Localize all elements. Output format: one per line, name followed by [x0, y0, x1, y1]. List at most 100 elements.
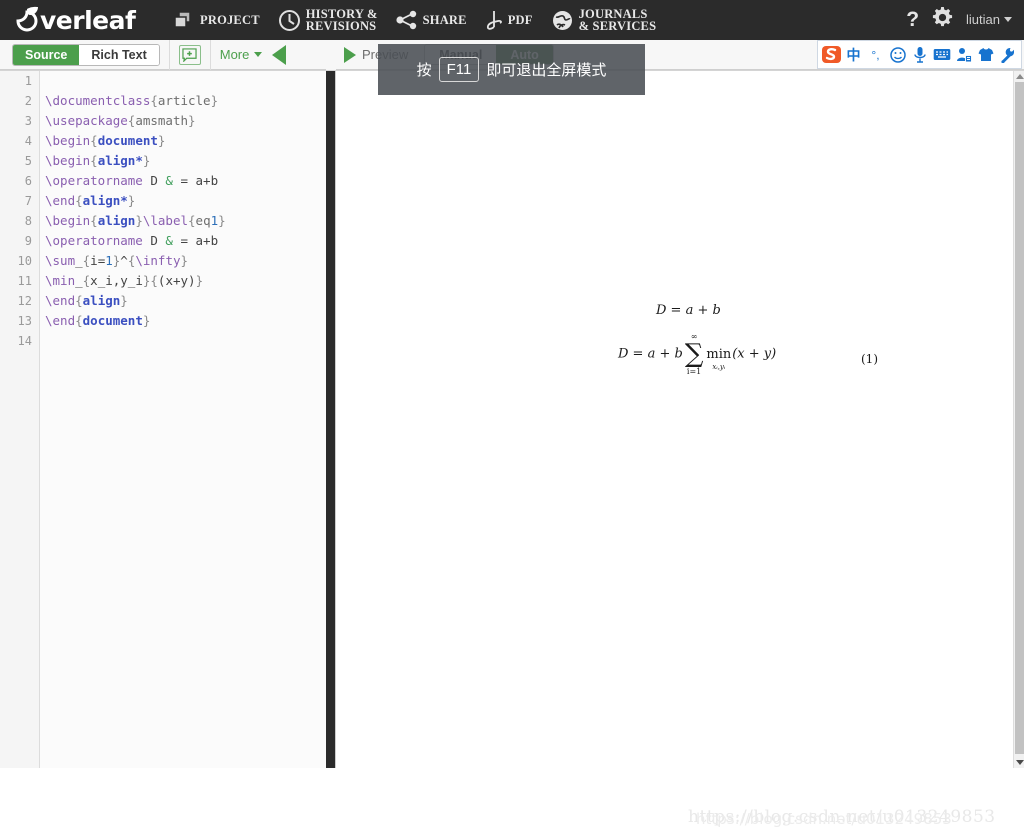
code-line: \min_{x_i,y_i}{(x+y)}: [45, 273, 204, 288]
line-number: 4: [24, 134, 32, 148]
sogou-logo-icon[interactable]: [821, 43, 842, 66]
globe-icon: [551, 9, 574, 32]
microphone-icon[interactable]: [909, 43, 930, 66]
min-label: min: [706, 346, 732, 362]
code-line: \operatorname D & = a+b: [45, 233, 219, 248]
code-line: \documentclass{article}: [45, 93, 219, 108]
code-line: \operatorname D & = a+b: [45, 173, 219, 188]
line-number: 9: [24, 234, 32, 248]
user-menu[interactable]: liutian: [966, 11, 1012, 29]
line-number-gutter: 1 2 3 4 5 6 7 8 9 10 11 12 13 14: [0, 71, 40, 768]
overleaf-leaf-icon: [16, 6, 38, 32]
punctuation-icon[interactable]: °,: [865, 43, 886, 66]
skin-shirt-icon[interactable]: [975, 43, 996, 66]
nav-journals-label: JOURNALS & SERVICES: [578, 7, 657, 33]
line-number: 6: [24, 174, 32, 188]
nav-share-label: SHARE: [422, 13, 467, 27]
code-line: \end{align}: [45, 293, 128, 308]
overleaf-logo[interactable]: verleaf: [0, 0, 150, 40]
chevron-down-icon: [254, 52, 263, 57]
code-text-area[interactable]: \documentclass{article} \usepackage{amsm…: [40, 71, 326, 768]
sum-lower-limit: i=1: [686, 367, 702, 376]
line-number: 3: [24, 114, 32, 128]
line-number: 13: [17, 314, 32, 328]
equation-2-rhs: (x + y): [732, 346, 777, 362]
scroll-down-arrow-icon[interactable]: [1016, 760, 1024, 765]
line-number: 12: [17, 294, 32, 308]
comment-plus-icon[interactable]: [178, 44, 201, 65]
overleaf-wordmark: verleaf: [40, 5, 136, 35]
windows-stack-icon: [173, 10, 195, 30]
code-line: \begin{align*}: [45, 153, 151, 168]
nav-history-revisions[interactable]: HISTORY & REVISIONS: [269, 0, 387, 40]
user-name-label: liutian: [966, 12, 1000, 27]
help-icon[interactable]: ?: [906, 8, 919, 32]
sigma-icon: ∑: [684, 339, 704, 369]
tooltip-key-f11: F11: [438, 57, 480, 82]
scroll-up-arrow-icon[interactable]: [1016, 74, 1024, 79]
equation-2: D = a + b ∞ ∑ i=1 min xᵢ,yᵢ (x + y): [618, 332, 777, 376]
play-triangle-icon[interactable]: [344, 46, 356, 63]
share-nodes-icon: [396, 10, 418, 30]
equation-1-text: D = a + b: [656, 303, 721, 318]
pdf-icon: [485, 9, 503, 31]
clock-icon: [278, 9, 301, 32]
chinese-mode-icon[interactable]: 中: [843, 43, 864, 66]
code-line: \end{document}: [45, 313, 151, 328]
chevron-down-icon: [1004, 17, 1012, 23]
toolbar-divider-1: [168, 39, 170, 70]
source-button[interactable]: Source: [13, 44, 80, 65]
nav-right-group: ? liutian: [906, 6, 1024, 34]
nav-share[interactable]: SHARE: [387, 0, 476, 40]
line-number: 5: [24, 154, 32, 168]
user-card-icon[interactable]: [953, 43, 974, 66]
wrench-icon[interactable]: [997, 43, 1018, 66]
pdf-preview-pane[interactable]: D = a + b D = a + b ∞ ∑ i=1 min xᵢ,yᵢ (x + y) …: [335, 71, 1024, 828]
tooltip-prefix: 按: [416, 61, 432, 79]
toolbar-divider-2: [209, 39, 211, 70]
pdf-scrollbar[interactable]: [1013, 71, 1024, 768]
nav-history-label: HISTORY & REVISIONS: [305, 7, 378, 33]
keyboard-icon[interactable]: [931, 43, 952, 66]
gear-icon[interactable]: [931, 6, 954, 34]
source-richtext-toggle: Source Rich Text: [12, 43, 160, 66]
pdf-scrollbar-thumb[interactable]: [1015, 82, 1024, 754]
rich-text-button[interactable]: Rich Text: [79, 44, 159, 65]
code-line: \begin{align}\label{eq1}: [45, 213, 226, 228]
line-number: 7: [24, 194, 32, 208]
line-number: 11: [17, 274, 32, 288]
code-line: \usepackage{amsmath}: [45, 113, 196, 128]
csdn-watermark-overlay: https://blog.csdn.net/u013249853: [696, 810, 952, 828]
equation-1: D = a + b: [656, 303, 721, 318]
more-menu-button[interactable]: More: [220, 47, 263, 62]
line-number: 2: [24, 94, 32, 108]
equation-2-lhs: D = a + b: [618, 346, 683, 362]
equation-number: (1): [861, 352, 878, 366]
pane-splitter[interactable]: [326, 71, 335, 768]
nav-pdf[interactable]: PDF: [476, 0, 542, 40]
sum-upper-limit: ∞: [690, 332, 698, 341]
tooltip-suffix: 即可退出全屏模式: [486, 61, 607, 79]
top-navigation-bar: verleaf PROJECT HISTORY & REVISIONS SHAR…: [0, 0, 1024, 40]
line-number: 10: [17, 254, 32, 268]
line-number: 8: [24, 214, 32, 228]
line-number: 1: [24, 74, 32, 88]
nav-items: PROJECT HISTORY & REVISIONS SHARE PDF JO…: [164, 0, 665, 40]
nav-journals-services[interactable]: JOURNALS & SERVICES: [542, 0, 666, 40]
code-line: \end{align*}: [45, 193, 136, 208]
line-number: 14: [17, 334, 32, 348]
fullscreen-exit-tooltip: 按 F11 即可退出全屏模式: [378, 44, 645, 95]
emoji-icon[interactable]: [887, 43, 908, 66]
pdf-page: D = a + b D = a + b ∞ ∑ i=1 min xᵢ,yᵢ (x + y) …: [336, 71, 1014, 828]
editor-toolbar: Source Rich Text More: [0, 39, 326, 70]
code-line: \sum_{i=1}^{\infty}: [45, 253, 189, 268]
min-subscript: xᵢ,yᵢ: [712, 362, 726, 371]
summation-operator: ∞ ∑ i=1: [684, 332, 704, 376]
collapse-editor-button[interactable]: [272, 44, 287, 65]
nav-project[interactable]: PROJECT: [164, 0, 269, 40]
nav-project-label: PROJECT: [200, 13, 260, 27]
code-editor-pane[interactable]: 1 2 3 4 5 6 7 8 9 10 11 12 13 14 \docume…: [0, 71, 326, 768]
sogou-ime-toolbar: 中 °,: [817, 40, 1022, 69]
